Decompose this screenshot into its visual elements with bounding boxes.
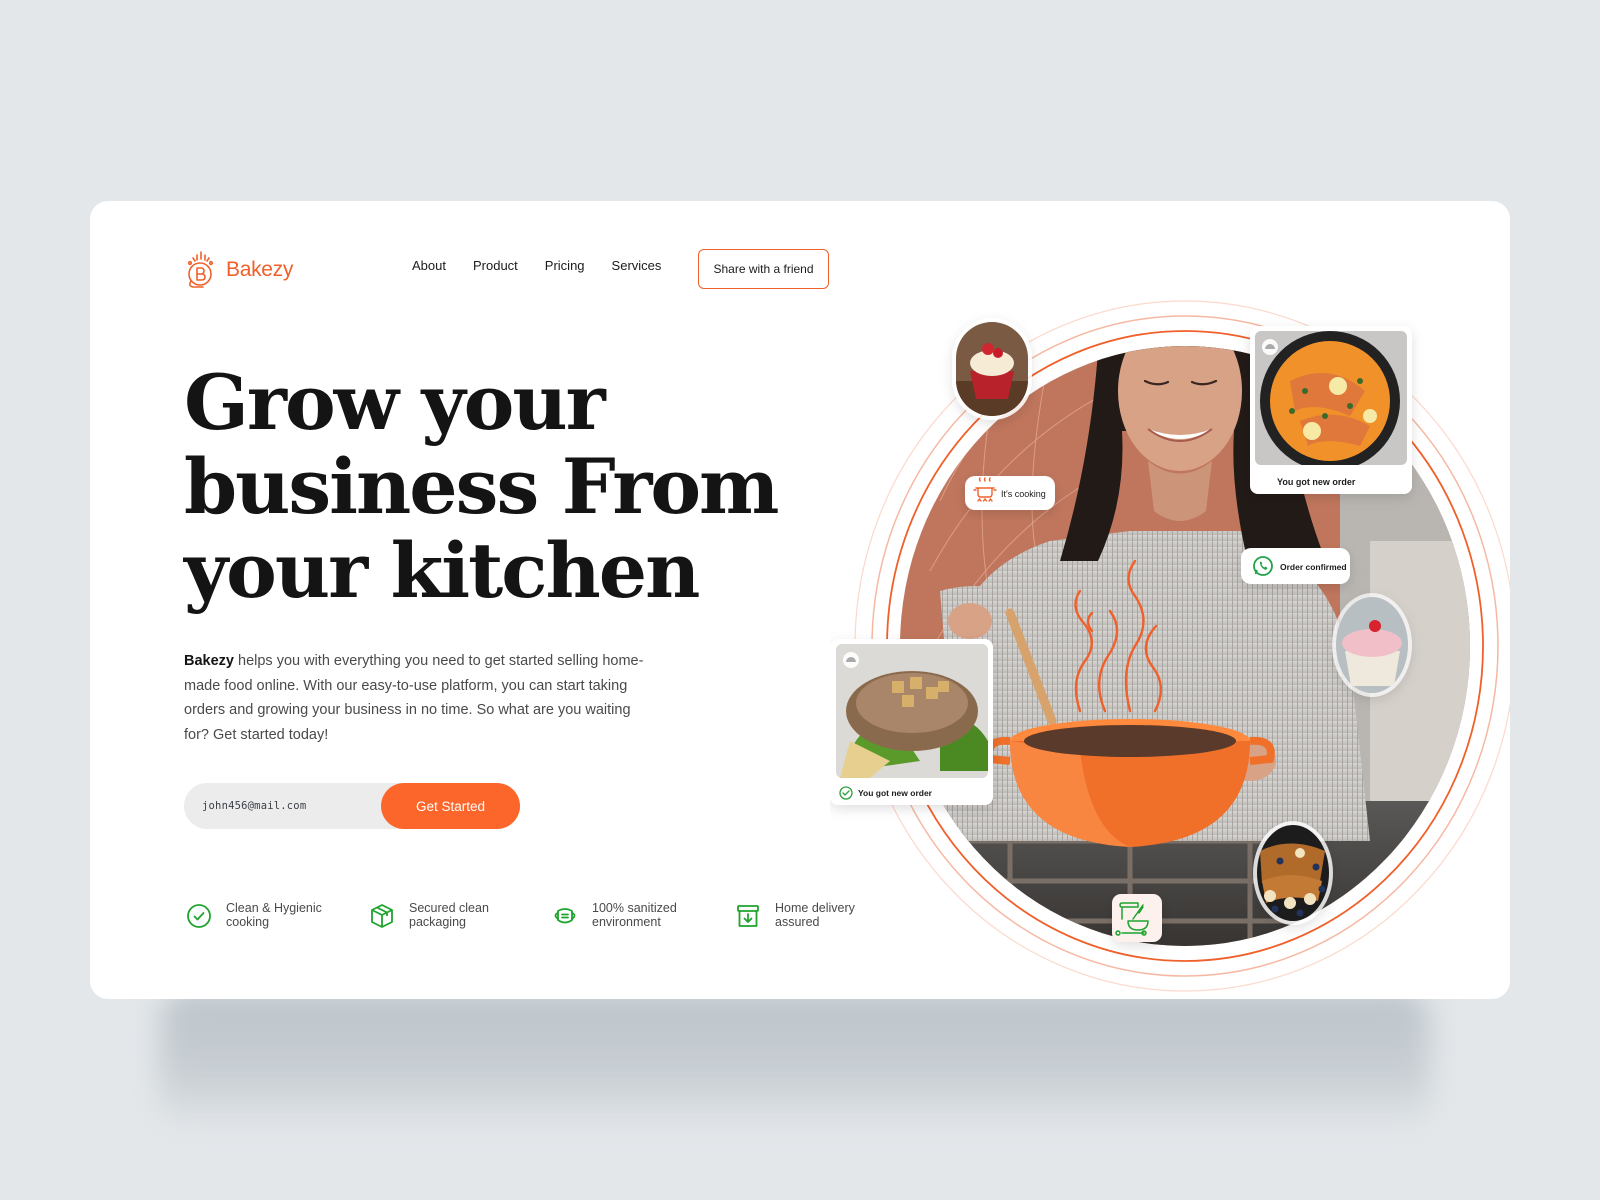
feature-label: Secured clean packaging bbox=[409, 901, 489, 929]
logo-text: Bakezy bbox=[226, 258, 294, 281]
feature-label: 100% sanitized environment bbox=[592, 901, 677, 929]
page-headline: Grow your business From your kitchen bbox=[184, 361, 884, 613]
package-box-icon bbox=[371, 904, 393, 928]
share-with-friend-button[interactable]: Share with a friend bbox=[698, 249, 829, 289]
nav-services[interactable]: Services bbox=[612, 258, 662, 273]
order-confirmed-badge: Order confirmed bbox=[1241, 548, 1350, 584]
feature-label: Clean & Hygienic cooking bbox=[226, 901, 322, 929]
red-velvet-cupcake-photo bbox=[952, 318, 1032, 420]
headline-line-3: your kitchen bbox=[184, 526, 700, 615]
main-nav: About Product Pricing Services bbox=[412, 258, 661, 273]
get-started-button[interactable]: Get Started bbox=[381, 783, 520, 829]
landing-card: Bakezy About Product Pricing Services Sh… bbox=[90, 201, 1510, 999]
nav-about[interactable]: About bbox=[412, 258, 446, 273]
hero-visual: You got new order It's cooking Order con… bbox=[830, 300, 1510, 992]
feature-item: Secured clean packaging bbox=[369, 901, 552, 929]
description-brand: Bakezy bbox=[184, 653, 234, 669]
cloche-icon bbox=[843, 652, 859, 668]
new-order-card-left[interactable]: You got new order bbox=[830, 639, 993, 805]
hero-description: Bakezy helps you with everything you nee… bbox=[184, 649, 644, 747]
baking-tools-badge bbox=[1112, 894, 1162, 942]
card-shadow bbox=[160, 990, 1430, 1130]
cloche-icon bbox=[1262, 339, 1278, 355]
its-cooking-label: It's cooking bbox=[1001, 489, 1046, 499]
delivery-box-icon bbox=[737, 905, 759, 927]
face-mask-icon bbox=[554, 908, 576, 924]
its-cooking-badge: It's cooking bbox=[965, 476, 1055, 510]
feature-list: Clean & Hygienic cooking Secured clean p… bbox=[186, 901, 918, 929]
nav-pricing[interactable]: Pricing bbox=[545, 258, 585, 273]
feature-item: 100% sanitized environment bbox=[552, 901, 735, 929]
check-circle-icon bbox=[187, 904, 211, 928]
logo[interactable]: Bakezy bbox=[184, 249, 293, 291]
headline-line-1: Grow your bbox=[184, 358, 606, 447]
logo-icon bbox=[187, 251, 214, 288]
new-order-left-label: You got new order bbox=[858, 788, 933, 798]
email-input[interactable] bbox=[202, 783, 382, 829]
new-order-top-label: You got new order bbox=[1277, 477, 1356, 487]
order-confirmed-label: Order confirmed bbox=[1280, 562, 1347, 572]
headline-line-2: business From bbox=[184, 442, 779, 531]
signup-form: Get Started bbox=[184, 783, 520, 829]
description-text: helps you with everything you need to ge… bbox=[184, 653, 644, 743]
nav-product[interactable]: Product bbox=[473, 258, 518, 273]
feature-item: Clean & Hygienic cooking bbox=[186, 901, 369, 929]
new-order-card-top[interactable]: You got new order bbox=[1250, 326, 1412, 494]
